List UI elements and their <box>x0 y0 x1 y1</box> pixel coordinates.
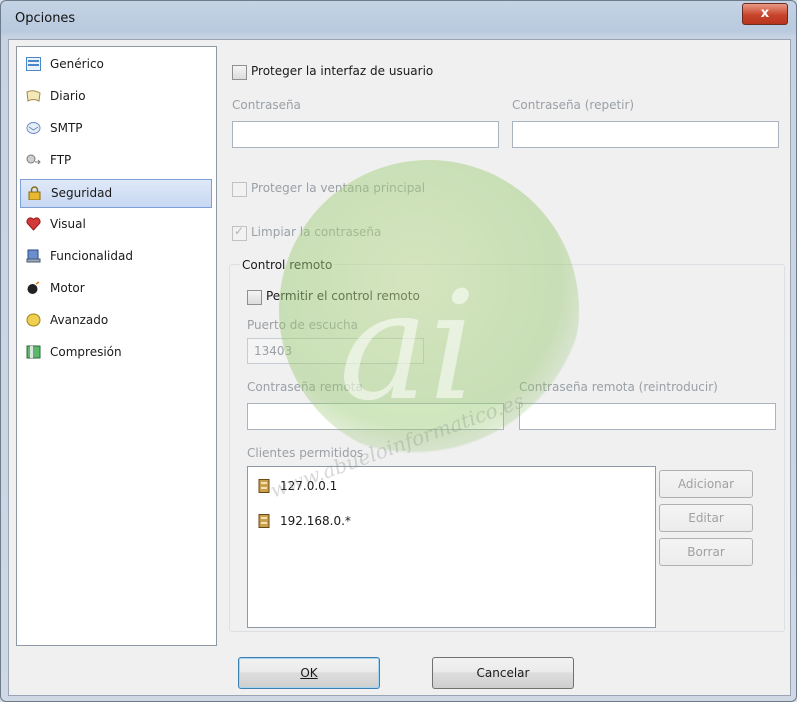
remote-control-title: Control remoto <box>240 258 335 272</box>
protect-main-window-checkbox[interactable] <box>232 182 247 197</box>
client-address: 127.0.0.1 <box>280 479 338 493</box>
delete-client-label: Borrar <box>687 545 725 559</box>
sidebar-item-label: Avanzado <box>50 313 109 327</box>
clear-password-checkbox[interactable] <box>232 224 247 241</box>
protect-ui-checkbox[interactable] <box>232 65 247 80</box>
password-field[interactable] <box>232 121 499 148</box>
allow-remote-checkbox[interactable] <box>247 290 262 305</box>
sidebar-item-diario[interactable]: Diario <box>20 83 210 110</box>
protect-main-window-label: Proteger la ventana principal <box>251 181 426 195</box>
listen-port-field[interactable]: 13403 <box>247 338 424 364</box>
ok-label: OK <box>300 666 318 680</box>
sidebar-item-smtp[interactable]: SMTP <box>20 115 210 142</box>
sidebar-item-avanzado[interactable]: Avanzado <box>20 307 210 334</box>
window-title: Opciones <box>15 11 76 26</box>
generic-icon <box>26 57 41 71</box>
password-label: Contraseña <box>232 98 301 112</box>
sidebar-item-label: Compresión <box>50 345 122 359</box>
diary-icon <box>26 90 41 102</box>
padlock-icon <box>28 186 41 200</box>
client-icon <box>258 514 270 528</box>
delete-client-button[interactable]: Borrar <box>659 538 753 566</box>
edit-client-button[interactable]: Editar <box>659 504 753 532</box>
sidebar-item-label: Diario <box>50 89 86 103</box>
category-sidebar: Genérico Diario SMTP FTP Seguridad Visua… <box>16 46 217 646</box>
close-icon: x <box>760 6 770 21</box>
sidebar-item-label: Seguridad <box>51 186 113 200</box>
sidebar-item-label: Genérico <box>50 57 104 71</box>
client-address: 192.168.0.* <box>280 514 351 528</box>
listen-port-label: Puerto de escucha <box>247 318 359 332</box>
remote-password-repeat-label: Contraseña remota (reintroducir) <box>519 380 718 394</box>
advanced-icon <box>26 313 41 327</box>
compression-icon <box>26 345 41 359</box>
allowed-clients-list[interactable]: 127.0.0.1 192.168.0.* <box>247 466 656 628</box>
edit-client-label: Editar <box>688 511 724 525</box>
sidebar-item-label: Funcionalidad <box>50 249 133 263</box>
engine-icon <box>27 281 40 294</box>
sidebar-item-label: Motor <box>50 281 85 295</box>
dialog-client-area: Genérico Diario SMTP FTP Seguridad Visua… <box>8 39 791 696</box>
password-repeat-field[interactable] <box>512 121 779 148</box>
functionality-icon <box>26 249 41 263</box>
options-dialog: Opciones x Genérico Diario SMTP FTP Segu… <box>0 0 797 702</box>
sidebar-item-label: SMTP <box>50 121 83 135</box>
heart-icon <box>26 217 41 231</box>
ftp-icon <box>26 154 41 165</box>
remote-password-field[interactable] <box>247 403 504 430</box>
title-bar[interactable]: Opciones x <box>1 1 796 37</box>
allow-remote-label: Permitir el control remoto <box>266 289 420 303</box>
ok-button[interactable]: OK <box>238 657 380 689</box>
cancel-label: Cancelar <box>476 666 530 680</box>
sidebar-item-visual[interactable]: Visual <box>20 211 210 238</box>
remote-password-repeat-field[interactable] <box>519 403 776 430</box>
sidebar-item-ftp[interactable]: FTP <box>20 147 210 174</box>
sidebar-item-compresion[interactable]: Compresión <box>20 339 210 366</box>
add-client-label: Adicionar <box>677 477 735 491</box>
client-icon <box>258 479 270 493</box>
sidebar-item-motor[interactable]: Motor <box>20 275 210 302</box>
close-button[interactable]: x <box>742 3 788 25</box>
allowed-clients-label: Clientes permitidos <box>247 446 364 460</box>
sidebar-item-funcionalidad[interactable]: Funcionalidad <box>20 243 210 270</box>
clear-password-label: Limpiar la contraseña <box>251 225 382 239</box>
cancel-button[interactable]: Cancelar <box>432 657 574 689</box>
sidebar-item-label: Visual <box>50 217 86 231</box>
remote-password-label: Contraseña remota <box>247 380 363 394</box>
listen-port-value: 13403 <box>254 344 293 358</box>
smtp-icon <box>26 122 41 134</box>
password-repeat-label: Contraseña (repetir) <box>512 98 635 112</box>
protect-ui-label: Proteger la interfaz de usuario <box>251 64 434 78</box>
sidebar-item-seguridad[interactable]: Seguridad <box>20 179 212 208</box>
sidebar-item-generico[interactable]: Genérico <box>20 51 210 78</box>
add-client-button[interactable]: Adicionar <box>659 470 753 498</box>
sidebar-item-label: FTP <box>50 153 72 167</box>
